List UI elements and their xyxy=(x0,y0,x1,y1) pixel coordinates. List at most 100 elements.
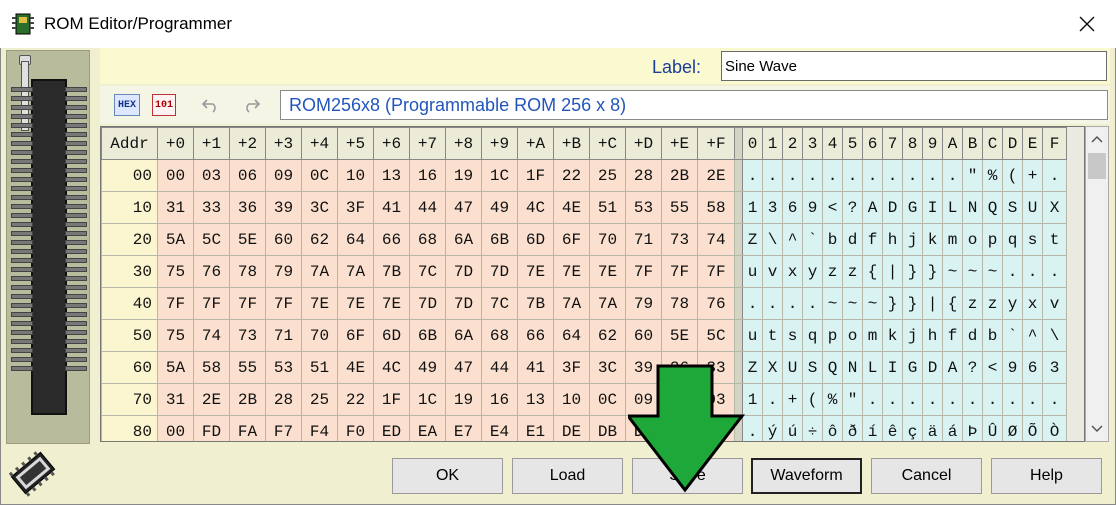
ascii-cell[interactable]: . xyxy=(742,415,763,441)
ascii-cell[interactable]: 1 xyxy=(742,191,763,224)
hex-cell[interactable]: 0C xyxy=(301,159,338,192)
hex-cell[interactable]: 44 xyxy=(481,351,518,384)
hex-cell[interactable]: 51 xyxy=(301,351,338,384)
hex-cell[interactable]: 5E xyxy=(661,319,698,352)
hex-cell[interactable]: D8 xyxy=(625,415,662,441)
ascii-cell[interactable]: Z xyxy=(742,223,763,256)
hex-cell[interactable]: 64 xyxy=(553,319,590,352)
hex-cell[interactable]: E7 xyxy=(445,415,482,441)
hex-cell[interactable]: 41 xyxy=(517,351,554,384)
ascii-cell[interactable]: + xyxy=(782,383,803,416)
ascii-cell[interactable]: \ xyxy=(1042,319,1067,352)
hex-cell[interactable]: 7B xyxy=(517,287,554,320)
ascii-cell[interactable]: u xyxy=(742,255,763,288)
ascii-cell[interactable]: k xyxy=(922,223,943,256)
hex-cell[interactable]: 00 xyxy=(157,159,194,192)
ascii-cell[interactable]: á xyxy=(942,415,963,441)
ascii-cell[interactable]: } xyxy=(882,287,903,320)
hex-cell[interactable]: 70 xyxy=(301,319,338,352)
ascii-cell[interactable]: A xyxy=(862,191,883,224)
hex-cell[interactable]: 5A xyxy=(157,223,194,256)
hex-cell[interactable]: 41 xyxy=(373,191,410,224)
hex-cell[interactable]: 10 xyxy=(553,383,590,416)
hex-cell[interactable]: 79 xyxy=(265,255,302,288)
ascii-cell[interactable]: 9 xyxy=(1002,351,1023,384)
ascii-cell[interactable]: . xyxy=(842,159,863,192)
hex-cell[interactable]: 55 xyxy=(661,191,698,224)
ascii-cell[interactable]: d xyxy=(962,319,983,352)
hex-cell[interactable]: 73 xyxy=(661,223,698,256)
ascii-cell[interactable]: 1 xyxy=(742,383,763,416)
ascii-cell[interactable]: N xyxy=(842,351,863,384)
ascii-cell[interactable]: " xyxy=(842,383,863,416)
help-button[interactable]: Help xyxy=(991,458,1102,494)
hex-cell[interactable]: 60 xyxy=(265,223,302,256)
ascii-cell[interactable]: s xyxy=(782,319,803,352)
ascii-cell[interactable]: S xyxy=(802,351,823,384)
ascii-cell[interactable]: . xyxy=(922,159,943,192)
hex-cell[interactable]: 03 xyxy=(697,383,735,416)
ascii-cell[interactable]: ~ xyxy=(862,287,883,320)
ascii-cell[interactable]: 6 xyxy=(1022,351,1043,384)
hex-cell[interactable]: 5E xyxy=(229,223,266,256)
ascii-cell[interactable]: q xyxy=(802,319,823,352)
hex-cell[interactable]: 71 xyxy=(265,319,302,352)
ascii-cell[interactable]: 3 xyxy=(1042,351,1067,384)
hex-cell[interactable]: 1C xyxy=(409,383,446,416)
ascii-cell[interactable]: 3 xyxy=(762,191,783,224)
hex-cell[interactable]: ED xyxy=(373,415,410,441)
ascii-cell[interactable]: b xyxy=(982,319,1003,352)
hex-cell[interactable]: 1F xyxy=(517,159,554,192)
ascii-cell[interactable]: } xyxy=(902,287,923,320)
ascii-cell[interactable]: ý xyxy=(762,415,783,441)
ascii-cell[interactable]: p xyxy=(822,319,843,352)
hex-cell[interactable]: 09 xyxy=(265,159,302,192)
hex-cell[interactable]: F0 xyxy=(337,415,374,441)
ascii-cell[interactable]: y xyxy=(1002,287,1023,320)
hex-cell[interactable]: 13 xyxy=(517,383,554,416)
hex-cell[interactable]: 7C xyxy=(409,255,446,288)
hex-cell[interactable]: F7 xyxy=(265,415,302,441)
hex-cell[interactable]: 31 xyxy=(157,191,194,224)
hex-cell[interactable]: 25 xyxy=(589,159,626,192)
hex-cell[interactable]: 5C xyxy=(193,223,230,256)
ascii-cell[interactable]: ( xyxy=(1002,159,1023,192)
hex-cell[interactable]: 2B xyxy=(229,383,266,416)
hex-cell[interactable]: 2E xyxy=(697,159,735,192)
hex-cell[interactable]: FD xyxy=(193,415,230,441)
ascii-cell[interactable]: . xyxy=(1042,383,1067,416)
ascii-cell[interactable]: . xyxy=(822,159,843,192)
scroll-thumb[interactable] xyxy=(1088,153,1106,179)
ascii-cell[interactable]: { xyxy=(862,255,883,288)
hex-cell[interactable]: D2 xyxy=(697,415,735,441)
ascii-cell[interactable]: S xyxy=(1002,191,1023,224)
waveform-button[interactable]: Waveform xyxy=(751,458,862,494)
ascii-cell[interactable]: . xyxy=(862,383,883,416)
ascii-cell[interactable]: Z xyxy=(742,351,763,384)
ascii-cell[interactable]: v xyxy=(1042,287,1067,320)
hex-cell[interactable]: E4 xyxy=(481,415,518,441)
ascii-cell[interactable]: . xyxy=(762,159,783,192)
hex-cell[interactable]: 3C xyxy=(301,191,338,224)
ascii-cell[interactable]: u xyxy=(742,319,763,352)
hex-cell[interactable]: 28 xyxy=(625,159,662,192)
ok-button[interactable]: OK xyxy=(392,458,503,494)
hex-cell[interactable]: 58 xyxy=(193,351,230,384)
hex-cell[interactable]: 6A xyxy=(445,319,482,352)
hex-cell[interactable]: 33 xyxy=(697,351,735,384)
hex-cell[interactable]: 7D xyxy=(481,255,518,288)
ascii-cell[interactable]: z xyxy=(962,287,983,320)
redo-icon[interactable] xyxy=(240,94,262,116)
undo-icon[interactable] xyxy=(200,94,222,116)
hex-cell[interactable]: 22 xyxy=(553,159,590,192)
ascii-cell[interactable]: ~ xyxy=(942,255,963,288)
ascii-cell[interactable]: . xyxy=(782,287,803,320)
hex-cell[interactable]: 76 xyxy=(697,287,735,320)
hex-cell[interactable]: 7A xyxy=(301,255,338,288)
hex-cell[interactable]: 66 xyxy=(517,319,554,352)
hex-cell[interactable]: 1C xyxy=(481,159,518,192)
ascii-cell[interactable]: ~ xyxy=(822,287,843,320)
hex-cell[interactable]: 60 xyxy=(625,319,662,352)
hex-cell[interactable]: 73 xyxy=(229,319,266,352)
hex-cell[interactable]: 6F xyxy=(337,319,374,352)
